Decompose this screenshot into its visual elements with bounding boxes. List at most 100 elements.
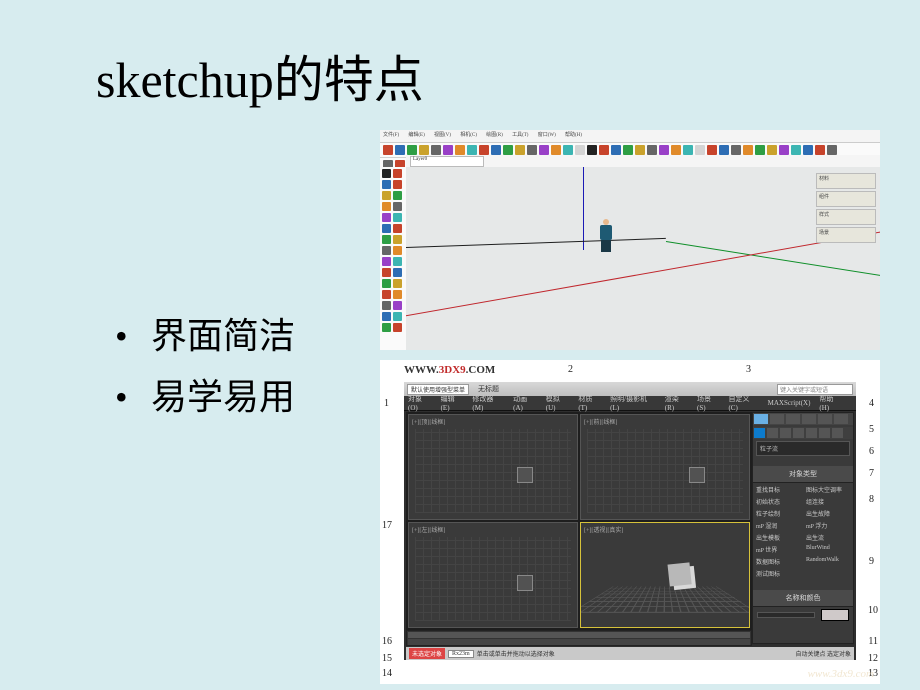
viewport-label: [+][前][线框]: [584, 417, 617, 426]
category-icon: [832, 428, 843, 438]
menu-item: 编辑(E): [441, 394, 464, 412]
menu-item: 文件(F): [383, 133, 399, 138]
callout: 15: [382, 653, 392, 664]
tool-icon: [382, 257, 391, 266]
tool-icon: [393, 312, 402, 321]
bullet-item: 界面简洁: [115, 306, 295, 367]
type-button: BlurWind: [806, 545, 850, 554]
tool-icon: [695, 145, 705, 155]
tool-icon: [382, 279, 391, 288]
callout: 2: [568, 364, 573, 375]
menu-item: 绘图(R): [486, 133, 503, 138]
tool-icon: [743, 145, 753, 155]
tool-icon: [393, 257, 402, 266]
menu-item: 场景(S): [697, 394, 719, 412]
grid-floor: [580, 587, 750, 613]
type-button: 图标大空调率: [806, 485, 850, 494]
object-icon: [517, 575, 533, 591]
tool-icon: [719, 145, 729, 155]
callout: 10: [868, 605, 878, 616]
category-icon: [806, 428, 817, 438]
menu-item: MAXScript(X): [768, 399, 811, 407]
tool-icon: [731, 145, 741, 155]
viewport-left: [+][左][线框]: [408, 522, 578, 628]
tool-icon: [383, 145, 393, 155]
panel: 场景: [816, 227, 876, 243]
panel: 样式: [816, 209, 876, 225]
tool-icon: [827, 145, 837, 155]
tool-icon: [382, 323, 391, 332]
panel: 组件: [816, 191, 876, 207]
tool-icon: [467, 145, 477, 155]
tool-icon: [382, 202, 391, 211]
tool-icon: [407, 145, 417, 155]
menu-item: 编辑(E): [408, 133, 424, 138]
type-button: 出生故障: [806, 509, 850, 518]
tool-icon: [503, 145, 513, 155]
tool-icon: [382, 290, 391, 299]
menu-item: 照明/摄影机(L): [610, 394, 656, 412]
floating-panels: 材料 组件 样式 场景: [816, 173, 876, 245]
tool-icon: [382, 169, 391, 178]
object-cube: [672, 566, 696, 590]
viewport-label: [+][透视][真实]: [584, 525, 623, 534]
tool-icon: [599, 145, 609, 155]
type-button: 组连接: [806, 497, 850, 506]
sketchup-canvas: 材料 组件 样式 场景: [406, 167, 880, 350]
tab-icon: [802, 414, 816, 424]
callout: 12: [868, 653, 878, 664]
axis-green: [666, 241, 880, 283]
max-screenshot: WWW.3DX9.COM 1 2 3 4 5 6 7 8 9 10 11 12 …: [380, 360, 880, 684]
tool-icon: [527, 145, 537, 155]
menu-item: 修改器(M): [472, 394, 504, 412]
tool-icon: [707, 145, 717, 155]
tool-icon: [635, 145, 645, 155]
tool-icon: [539, 145, 549, 155]
bullet-list: 界面简洁 易学易用: [75, 306, 295, 428]
coord-field: Rx23m: [448, 650, 474, 658]
tool-icon: [575, 145, 585, 155]
menu-item: 工具(T): [512, 133, 528, 138]
menu-item: 相机(C): [460, 133, 477, 138]
tool-icon: [431, 145, 441, 155]
tab-icon: [770, 414, 784, 424]
tool-icon: [382, 191, 391, 200]
color-swatch: [821, 609, 849, 621]
max-app-window: 默认使用增强型菜单 无标题 键入关键字或短语 对象(O) 编辑(E) 修改器(M…: [404, 382, 856, 660]
tool-icon: [587, 145, 597, 155]
callout: 6: [869, 446, 874, 457]
callout: 16: [382, 636, 392, 647]
sketchup-side-toolbar: [380, 167, 409, 350]
callout: 8: [869, 494, 874, 505]
tool-icon: [393, 246, 402, 255]
type-button: 出生流: [806, 533, 850, 542]
subcategory-dropdown: 粒子流: [756, 441, 850, 456]
tool-icon: [382, 246, 391, 255]
menu-item: 帮助(H): [819, 394, 843, 412]
menu-item: 自定义(C): [728, 394, 758, 412]
bullet-item: 易学易用: [115, 367, 295, 428]
tool-icon: [382, 301, 391, 310]
viewport-top: [+][顶][线框]: [408, 414, 578, 520]
workspace-button: 默认使用增强型菜单: [407, 384, 469, 395]
tool-icon: [767, 145, 777, 155]
viewport-perspective: [+][透视][真实]: [580, 522, 750, 628]
tool-icon: [815, 145, 825, 155]
tool-icon: [563, 145, 573, 155]
tool-icon: [683, 145, 693, 155]
tool-icon: [515, 145, 525, 155]
axis-red: [406, 227, 880, 318]
tool-icon: [393, 169, 402, 178]
track-bar: [408, 639, 750, 645]
type-button: 出生模板: [756, 533, 800, 542]
viewport-label: [+][左][线框]: [412, 525, 445, 534]
command-panel-tabs: [753, 413, 853, 425]
document-title: 无标题: [478, 384, 499, 394]
callout: 11: [868, 636, 878, 647]
type-button: mP 浮力: [806, 521, 850, 530]
viewport-front: [+][前][线框]: [580, 414, 750, 520]
tool-icon: [393, 224, 402, 233]
category-icon: [780, 428, 791, 438]
tool-icon: [382, 224, 391, 233]
watermark: WWW.3DX9.COM: [404, 364, 495, 376]
